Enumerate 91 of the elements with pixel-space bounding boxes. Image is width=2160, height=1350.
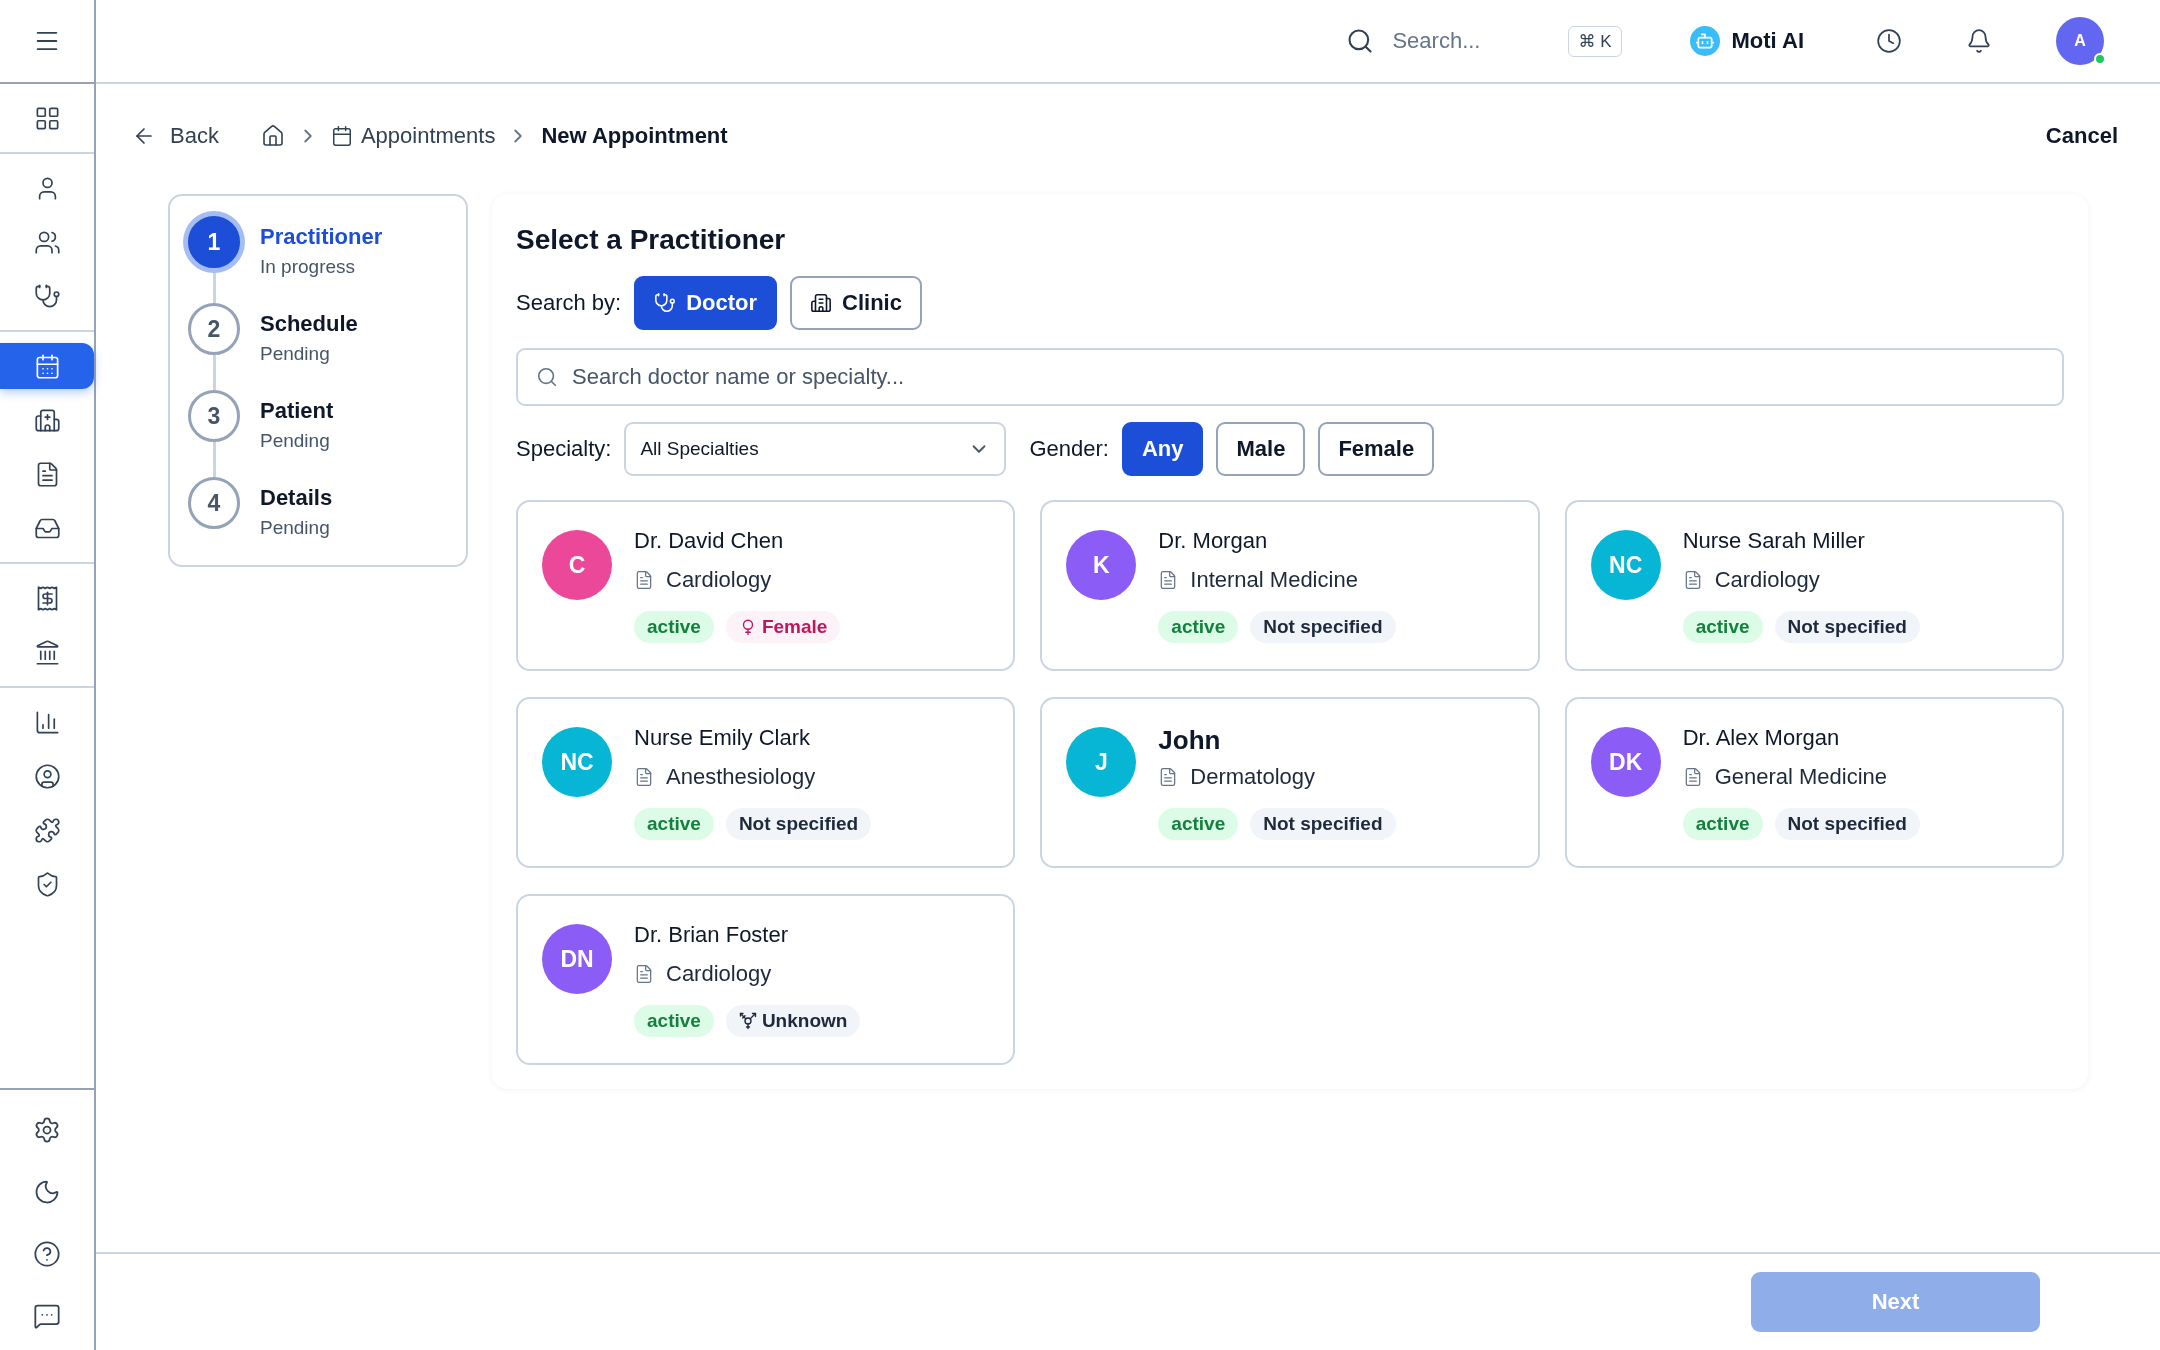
gender-toggle[interactable]: Female	[1318, 422, 1435, 476]
initials-avatar: C	[542, 530, 612, 600]
settings-button[interactable]	[33, 1116, 61, 1144]
specialty-dropdown[interactable]: All Specialties	[624, 422, 1007, 476]
practitioner-card[interactable]: K Dr. Morgan Internal Medicine active Not specified	[1040, 500, 1540, 671]
chat-button[interactable]	[33, 1302, 61, 1330]
breadcrumb-link[interactable]: Appointments	[330, 123, 496, 149]
gender-badge: Unknown	[725, 1005, 861, 1037]
step-number: 4	[188, 477, 240, 529]
gender-badge: Not specified	[1774, 611, 1920, 643]
practitioner-card[interactable]: DN Dr. Brian Foster Cardiology active Unknown	[516, 894, 1016, 1065]
status-badge: active	[1682, 808, 1763, 840]
practitioner-name: Dr. Morgan	[1158, 528, 1269, 554]
status-badge: active	[1682, 611, 1763, 643]
initials-avatar: DK	[1590, 727, 1661, 797]
gender-label: Gender:	[1029, 436, 1109, 462]
moon-button[interactable]	[33, 1178, 61, 1206]
breadcrumb-current: New Appointment	[541, 123, 728, 149]
gender-badge: Female	[725, 611, 841, 643]
practitioner-name: Dr. David Chen	[634, 528, 785, 554]
practitioner-card[interactable]: J John Dermatology active Not specified	[1040, 697, 1540, 868]
search-mode-toggle[interactable]: Clinic	[790, 276, 922, 330]
gender-badge: Not specified	[1250, 808, 1396, 840]
stethoscope-icon	[654, 292, 677, 314]
gender-badge: Not specified	[1250, 611, 1396, 643]
step-title: Schedule	[260, 311, 358, 337]
puzzle-icon	[33, 816, 61, 844]
specialty-text: General Medicine	[1714, 764, 1888, 790]
sidebar-item[interactable]	[0, 343, 94, 389]
specialty-label: Specialty:	[516, 436, 612, 462]
specialty-text: Cardiology	[666, 961, 772, 987]
step-status: In progress	[260, 256, 357, 278]
practitioner-name: Nurse Sarah Miller	[1682, 528, 1866, 554]
gender-badge: Not specified	[725, 808, 872, 840]
home-link[interactable]	[260, 124, 285, 148]
specialty-text: Dermatology	[1190, 764, 1316, 790]
specialty-text: Internal Medicine	[1190, 567, 1358, 593]
document-icon	[634, 570, 654, 590]
practitioner-card[interactable]: C Dr. David Chen Cardiology active Female	[516, 500, 1016, 671]
shortcut-hint: ⌘ K	[1568, 25, 1622, 57]
gender-toggle[interactable]: Any	[1121, 422, 1204, 476]
user-circle-icon	[33, 762, 61, 790]
initials-avatar: K	[1066, 530, 1137, 600]
search-by-label: Search by:	[516, 290, 622, 316]
practitioner-card[interactable]: DK Dr. Alex Morgan General Medicine active Not specified	[1564, 697, 2064, 868]
status-badge: active	[634, 611, 714, 643]
step-status: Pending	[260, 517, 331, 539]
practitioner-name: Nurse Emily Clark	[634, 725, 812, 751]
history-button[interactable]	[1876, 28, 1902, 54]
specialty-text: Anesthesiology	[666, 764, 816, 790]
status-badge: active	[634, 808, 714, 840]
initials-avatar: NC	[542, 727, 612, 797]
status-badge: active	[1158, 611, 1239, 643]
search-icon	[536, 366, 558, 388]
back-link[interactable]: Back	[132, 123, 219, 149]
search-field[interactable]: Search doctor name or specialty...	[516, 348, 2064, 406]
gender-badge: Not specified	[1774, 808, 1920, 840]
status-badge: active	[634, 1005, 714, 1037]
robot-icon	[1689, 26, 1720, 56]
practitioner-name: Dr. Brian Foster	[634, 922, 790, 948]
document-icon	[634, 767, 654, 787]
help-button[interactable]	[33, 1240, 61, 1268]
specialty-text: Cardiology	[1714, 567, 1820, 593]
step-title: Details	[260, 485, 333, 511]
step-title: Patient	[260, 398, 334, 424]
step-status: Pending	[260, 343, 331, 365]
notifications-button[interactable]	[1966, 28, 1992, 54]
building-icon	[810, 292, 833, 314]
step-title: Practitioner	[260, 224, 383, 250]
cancel-button[interactable]: Cancel	[2039, 122, 2124, 150]
practitioner-card[interactable]: NC Nurse Sarah Miller Cardiology active Not specified	[1564, 500, 2064, 671]
initials-avatar: J	[1066, 727, 1137, 797]
step-number: 2	[188, 303, 240, 355]
practitioner-name: Dr. Alex Morgan	[1682, 725, 1841, 751]
assistant-button[interactable]: Moti AI	[1683, 25, 1810, 57]
initials-avatar: DN	[542, 924, 612, 994]
search-icon	[1346, 27, 1375, 55]
stethoscope-icon	[33, 282, 61, 310]
status-badge: active	[1158, 808, 1239, 840]
initials-avatar: NC	[1590, 530, 1661, 600]
calendar-icon	[330, 125, 353, 147]
search-mode-toggle[interactable]: Doctor	[634, 276, 778, 330]
gender-toggle[interactable]: Male	[1216, 422, 1306, 476]
step-status: Pending	[260, 430, 331, 452]
section-title: Select a Practitioner	[516, 224, 787, 256]
specialty-text: Cardiology	[666, 567, 772, 593]
practitioner-name: John	[1158, 725, 1222, 756]
document-icon	[634, 964, 654, 984]
practitioner-card[interactable]: NC Nurse Emily Clark Anesthesiology active Not specified	[516, 697, 1016, 868]
step-number: 3	[188, 390, 240, 442]
user-avatar[interactable]: A	[2056, 17, 2104, 65]
